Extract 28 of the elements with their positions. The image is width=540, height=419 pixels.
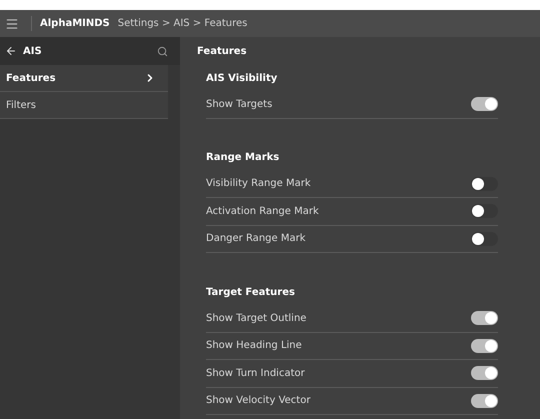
setting-label: Show Turn Indicator [206, 366, 305, 381]
setting-label: Visibility Range Mark [206, 177, 311, 192]
section-title: AIS Visibility [206, 72, 278, 86]
panel-title: Features [197, 44, 247, 58]
section-title: Range Marks [206, 151, 280, 165]
setting-label: Show Velocity Vector [206, 394, 310, 408]
toggle-switch[interactable] [471, 338, 498, 353]
toggle-switch[interactable] [471, 394, 498, 408]
toggle-switch[interactable] [471, 366, 498, 380]
toggle-switch[interactable] [471, 311, 498, 326]
sidebar-item[interactable]: Features [0, 65, 168, 92]
setting-label: Show Heading Line [206, 339, 302, 354]
section-title: Target Features [206, 286, 295, 300]
app-name: AlphaMINDS [40, 17, 110, 31]
setting-label: Show Target Outline [206, 312, 306, 326]
sidebar-item[interactable]: Filters [0, 92, 168, 119]
toggle-switch[interactable] [471, 232, 498, 246]
search-icon[interactable] [157, 46, 168, 56]
menu-icon [5, 16, 19, 30]
setting-label: Activation Range Mark [206, 204, 319, 219]
setting-label: Danger Range Mark [206, 232, 306, 246]
toggle-switch[interactable] [471, 176, 498, 191]
setting-label: Show Targets [206, 98, 272, 112]
toggle-switch[interactable] [471, 97, 498, 112]
breadcrumb: Settings > AIS > Features [118, 17, 248, 31]
sidebar-title: AIS [23, 44, 42, 58]
toggle-switch[interactable] [471, 204, 498, 218]
back-icon[interactable] [5, 45, 17, 57]
